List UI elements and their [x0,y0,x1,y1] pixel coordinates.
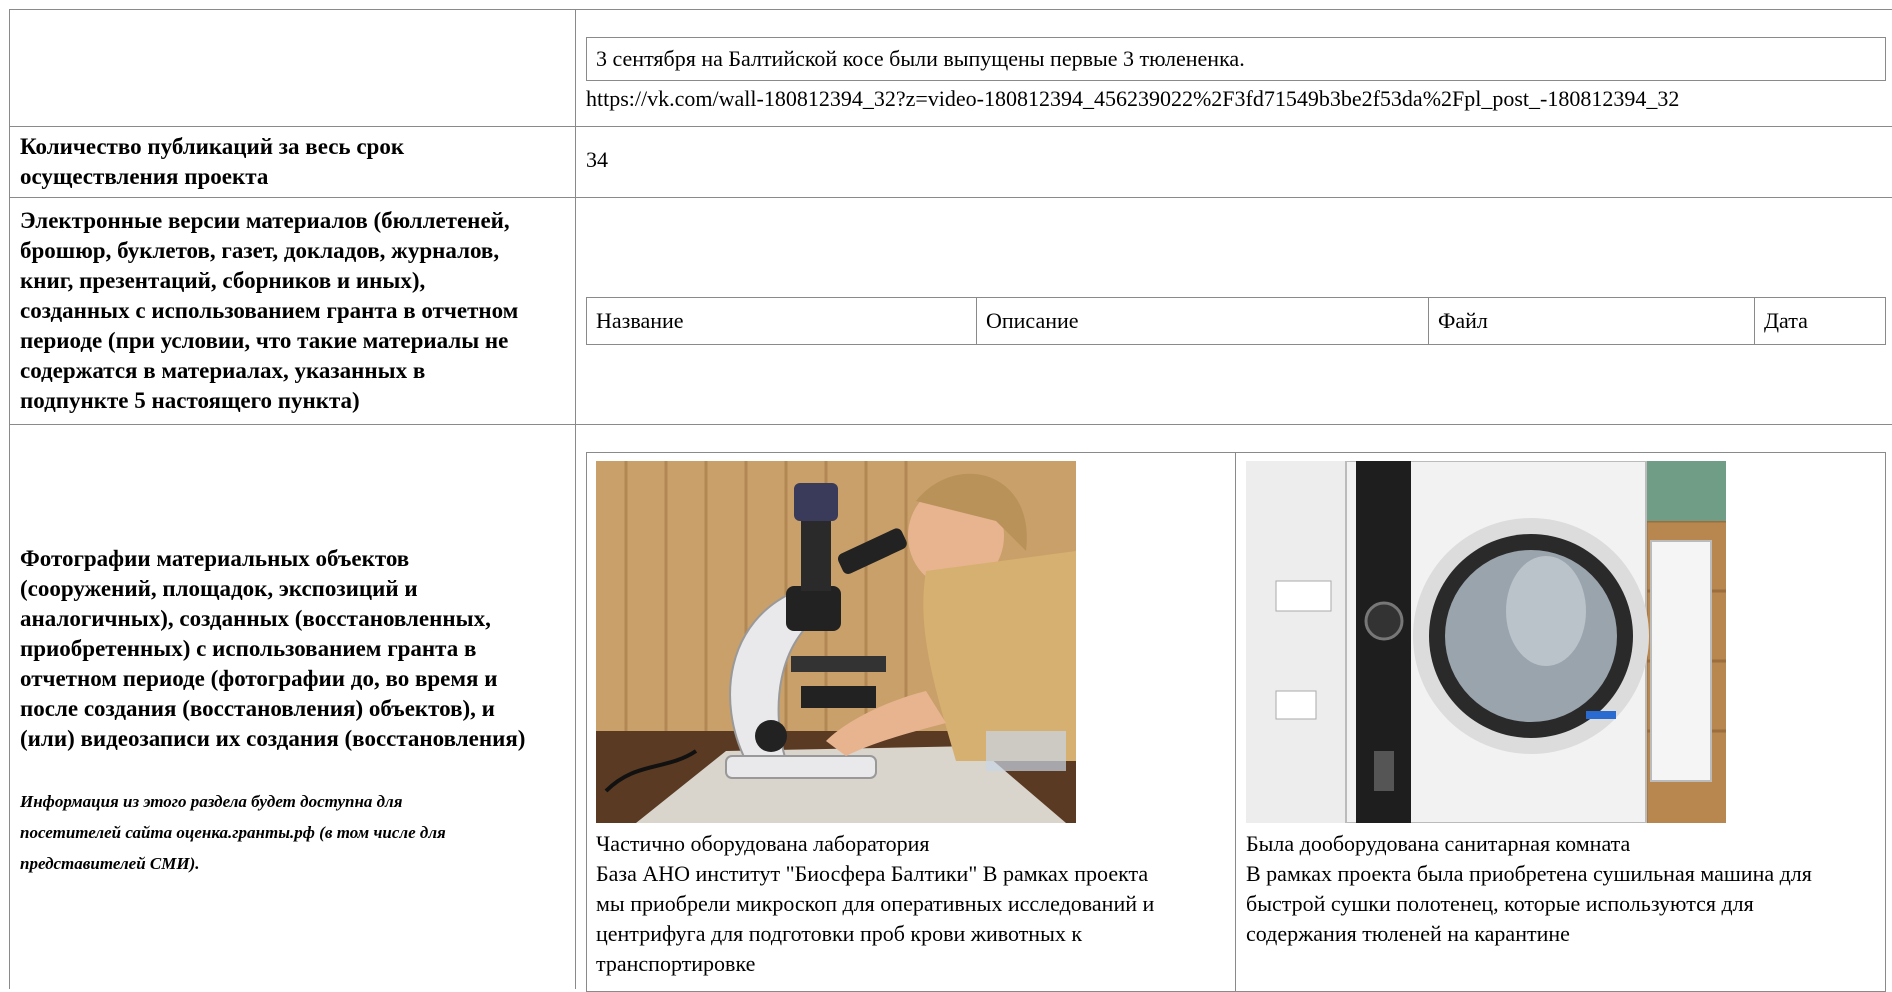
count-label: Количество публикаций за весь срок осуще… [20,134,405,189]
video-url[interactable]: https://vk.com/wall-180812394_32?z=video… [586,84,1679,114]
photos-column-divider [1235,453,1236,991]
dryer-photo-image [1246,461,1726,823]
count-value: 34 [586,147,608,172]
dryer-caption: Была дооборудована санитарная комната В … [1246,831,1812,946]
microscope-title: Частично оборудована лаборатория [596,831,930,856]
dryer-title: Была дооборудована санитарная комната [1246,831,1631,856]
table-top-border [9,9,1892,10]
row-divider-1 [9,126,1892,127]
table-left-border [9,9,10,989]
photos-table: Частично оборудована лаборатория База АН… [586,452,1886,992]
photos-label: Фотографии материальных объектов (сооруж… [20,546,526,751]
column-header-date: Дата [1764,308,1808,333]
video-caption: 3 сентября на Балтийской косе были выпущ… [596,46,1245,71]
microscope-caption: Частично оборудована лаборатория База АН… [596,831,1155,976]
column-divider [575,9,576,989]
video-caption-box: 3 сентября на Балтийской косе были выпущ… [586,37,1886,81]
microscope-photo[interactable] [596,461,1076,823]
materials-table: Название Описание Файл Дата [586,297,1886,345]
row-divider-3 [9,424,1892,425]
microscope-photo-image [596,461,1076,823]
row-divider-2 [9,197,1892,198]
column-header-file: Файл [1429,298,1755,344]
column-header-description: Описание [977,298,1429,344]
column-header-name: Название [587,298,977,344]
visibility-note: Информация из этого раздела будет доступ… [20,792,446,873]
dryer-photo[interactable] [1246,461,1726,823]
materials-label: Электронные версии материалов (бюллетене… [20,208,519,413]
